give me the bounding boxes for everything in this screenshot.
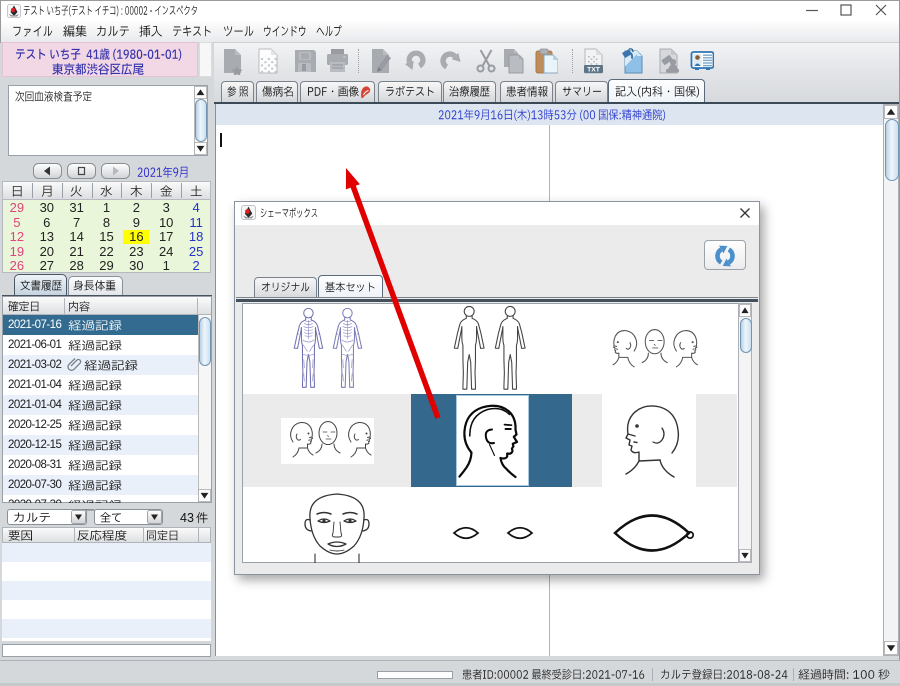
svg-text:TXT: TXT [587,67,601,74]
